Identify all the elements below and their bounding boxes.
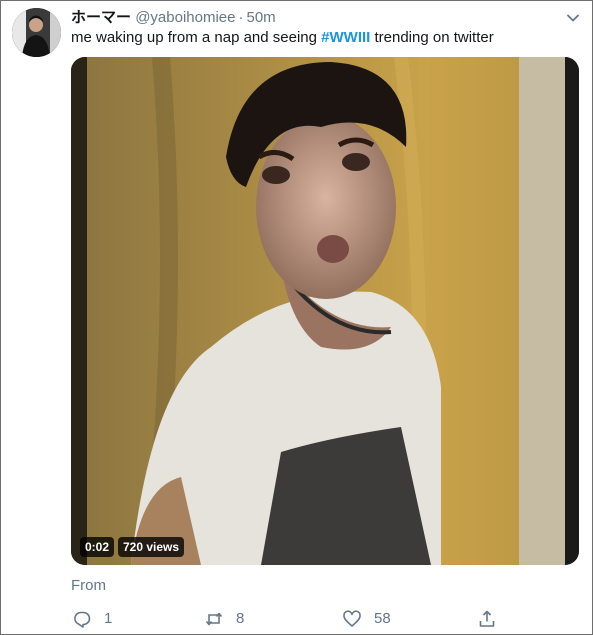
share-icon: [479, 610, 495, 627]
like-icon: [343, 610, 361, 627]
video-views-badge: 720 views: [118, 537, 185, 557]
video-player[interactable]: 0:02 720 views: [71, 57, 579, 565]
avatar[interactable]: [12, 8, 61, 57]
source-attribution[interactable]: From: [71, 576, 106, 596]
video-frame: [71, 57, 579, 565]
reply-button[interactable]: 1: [72, 609, 112, 629]
tweet-text: me waking up from a nap and seeing #WWII…: [71, 28, 494, 48]
reply-icon: [74, 611, 91, 628]
hashtag-link[interactable]: #WWIII: [321, 29, 370, 46]
display-name[interactable]: ホーマー: [71, 9, 131, 26]
tweet-timestamp[interactable]: 50m: [246, 9, 275, 26]
share-button[interactable]: [477, 609, 509, 629]
retweet-count: 8: [236, 610, 245, 627]
user-handle[interactable]: @yaboihomiee: [135, 9, 235, 26]
like-button[interactable]: 58: [342, 609, 391, 629]
video-duration-badge: 0:02: [80, 537, 115, 557]
chevron-down-icon[interactable]: [564, 9, 582, 27]
tweet-text-before: me waking up from a nap and seeing: [71, 29, 322, 46]
tweet-card[interactable]: ホーマー @yaboihomiee · 50m me waking up from …: [0, 0, 593, 635]
tweet-header: ホーマー @yaboihomiee · 50m: [71, 8, 276, 28]
reply-count: 1: [104, 610, 113, 627]
separator-dot: ·: [238, 9, 244, 26]
retweet-icon: [205, 612, 223, 626]
like-count: 58: [374, 610, 391, 627]
retweet-button[interactable]: 8: [204, 609, 244, 629]
tweet-text-after: trending on twitter: [370, 29, 494, 46]
